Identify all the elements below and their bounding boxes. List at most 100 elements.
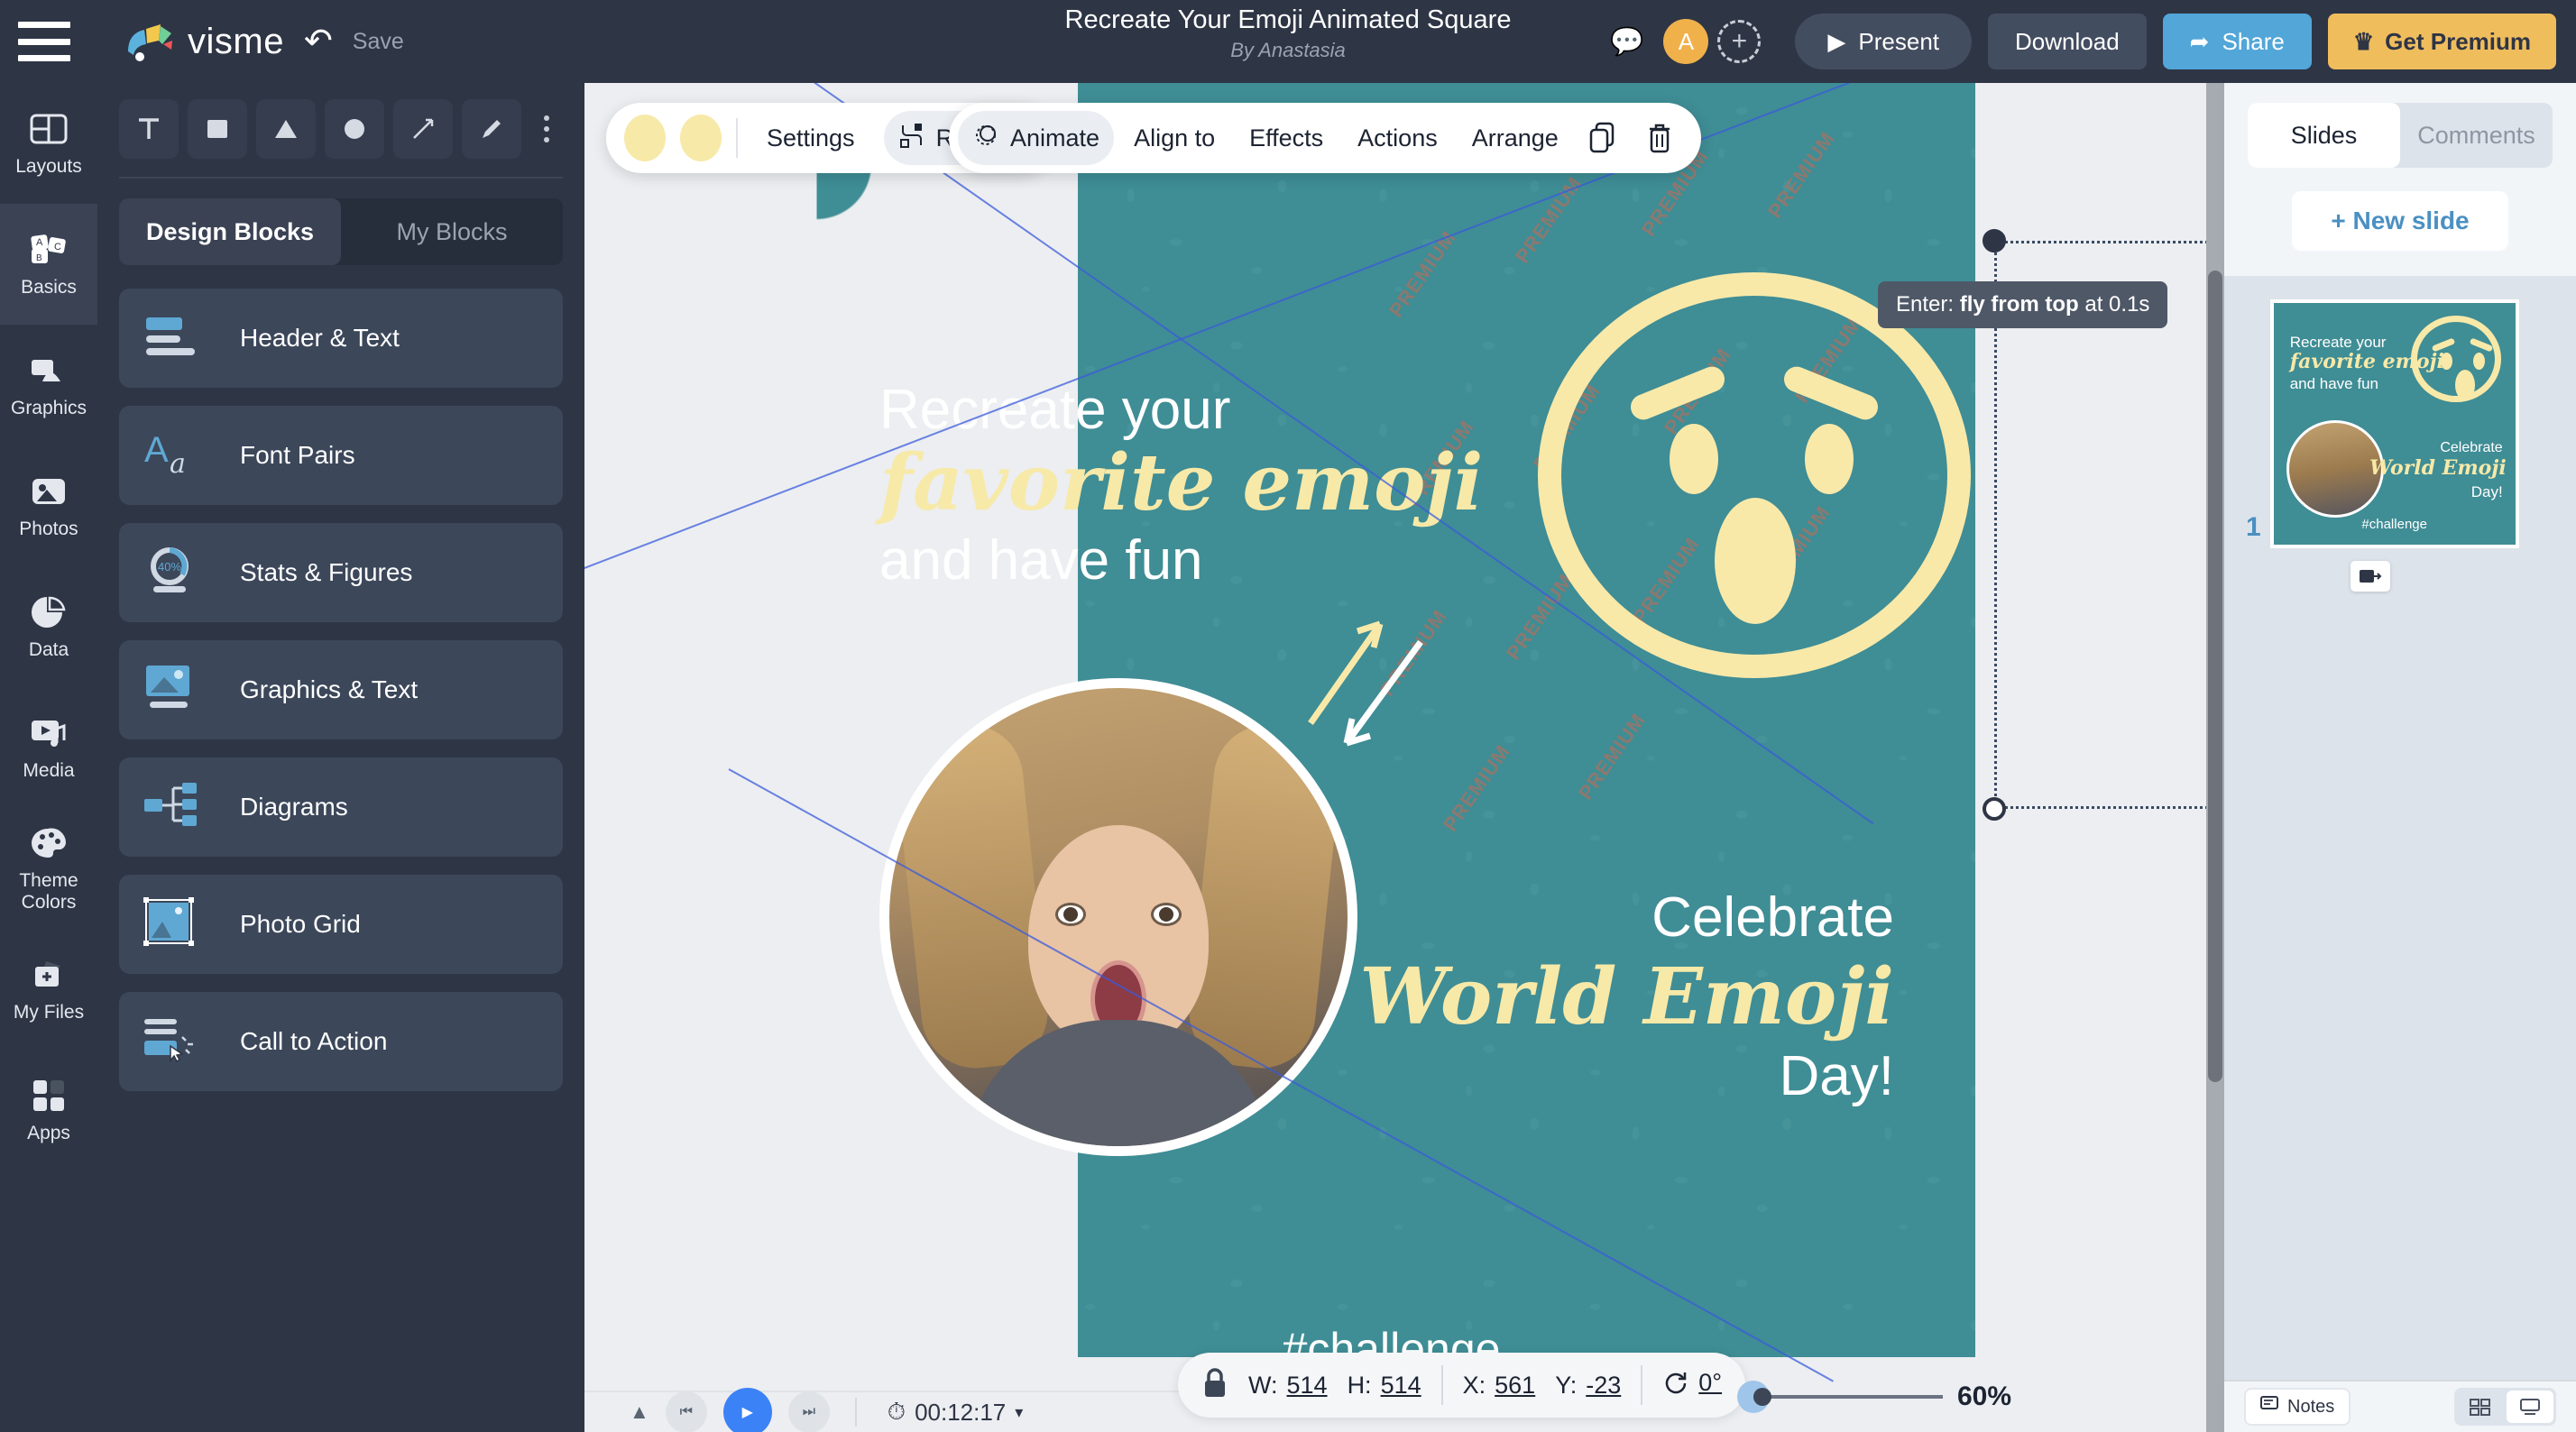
color-swatch-secondary[interactable] — [680, 115, 722, 161]
settings-button[interactable]: Settings — [752, 111, 869, 165]
width-value[interactable]: 514 — [1287, 1372, 1328, 1400]
svg-text:B: B — [36, 253, 42, 263]
single-view-icon[interactable] — [2507, 1391, 2553, 1423]
left-rail: Layouts A B C Basics Graphics Photos Dat… — [0, 83, 97, 1432]
y-position-field[interactable]: Y: -23 — [1555, 1372, 1621, 1400]
align-to-button[interactable]: Align to — [1119, 111, 1229, 165]
timestamp-display[interactable]: ⏱ 00:12:17 ▾ — [888, 1398, 1024, 1427]
download-button[interactable]: Download — [1988, 14, 2147, 69]
get-premium-button[interactable]: ♛ Get Premium — [2327, 14, 2556, 69]
undo-icon[interactable]: ↶ — [304, 24, 333, 59]
block-stats-figures[interactable]: 40% Stats & Figures — [119, 523, 563, 622]
visme-logo[interactable]: visme — [124, 21, 284, 62]
trash-icon[interactable] — [1634, 113, 1685, 163]
animate-label: Animate — [1010, 124, 1100, 151]
collapse-caret-icon[interactable]: ▲ — [630, 1400, 649, 1424]
text-tool-button[interactable] — [119, 99, 179, 159]
celebrate-text-block[interactable]: Celebrate World Emoji Day! — [1359, 886, 1894, 1108]
zoom-slider-handle[interactable] — [1753, 1388, 1771, 1406]
block-diagrams[interactable]: Diagrams — [119, 757, 563, 857]
sidebar-item-layouts[interactable]: Layouts — [0, 83, 97, 204]
skip-previous-icon[interactable]: ⏮ — [665, 1391, 707, 1432]
emoji-mouth — [1715, 498, 1796, 624]
crown-icon: ♛ — [2352, 27, 2375, 55]
skip-next-icon[interactable]: ⏭ — [787, 1391, 830, 1432]
height-field[interactable]: H: 514 — [1348, 1372, 1421, 1400]
add-user-icon[interactable]: + — [1717, 20, 1762, 63]
zoom-control: 60% — [1737, 1381, 2011, 1413]
sidebar-item-media[interactable]: Media — [0, 687, 97, 808]
canvas-stage[interactable]: Recreate your favorite emoji and have fu… — [584, 83, 2224, 1432]
more-tools-button[interactable] — [530, 102, 563, 156]
thumb-emoji-icon — [2410, 316, 2501, 402]
rectangle-tool-button[interactable] — [188, 99, 247, 159]
rotation-value[interactable]: 0° — [1698, 1369, 1722, 1402]
thumb-brow-right — [2469, 337, 2494, 353]
pen-tool-button[interactable] — [462, 99, 521, 159]
context-toolbar: Animate Align to Effects Actions Arrange — [949, 103, 1701, 173]
zoom-level-label[interactable]: 60% — [1957, 1382, 2011, 1412]
notes-button[interactable]: Notes — [2244, 1388, 2351, 1426]
slide-thumbnail[interactable]: Recreate your favorite emoji and have fu… — [2269, 299, 2519, 548]
block-graphics-text[interactable]: Graphics & Text — [119, 640, 563, 739]
sidebar-item-label: Apps — [27, 1122, 70, 1143]
grid-view-icon[interactable] — [2457, 1391, 2504, 1423]
present-button[interactable]: ▶ Present — [1795, 14, 1973, 69]
hamburger-menu-icon[interactable] — [18, 22, 70, 61]
my-files-icon — [28, 955, 69, 995]
double-arrow-graphic[interactable] — [1294, 588, 1439, 750]
selection-handle-top-left[interactable] — [1983, 229, 2006, 252]
save-button[interactable]: Save — [353, 29, 404, 55]
selection-handle-bottom-left[interactable] — [1983, 797, 2006, 821]
tab-comments[interactable]: Comments — [2400, 103, 2553, 168]
chevron-down-icon[interactable]: ▾ — [1015, 1403, 1023, 1422]
comment-icon[interactable]: 💬 — [1610, 26, 1643, 58]
block-header-text[interactable]: Header & Text — [119, 289, 563, 388]
visme-editor: visme ↶ Save Recreate Your Emoji Animate… — [0, 0, 2576, 1432]
lock-icon[interactable] — [1201, 1367, 1228, 1403]
share-button[interactable]: ➦ Share — [2162, 14, 2312, 69]
sidebar-item-my-files[interactable]: My Files — [0, 929, 97, 1050]
line-tool-button[interactable] — [393, 99, 453, 159]
block-call-to-action[interactable]: Call to Action — [119, 992, 563, 1091]
duplicate-icon[interactable] — [1578, 113, 1629, 163]
animate-button[interactable]: Animate — [958, 111, 1115, 165]
transition-icon[interactable] — [2351, 561, 2390, 592]
portrait-photo[interactable] — [879, 678, 1357, 1156]
sidebar-item-apps[interactable]: Apps — [0, 1050, 97, 1170]
tab-slides[interactable]: Slides — [2248, 103, 2400, 168]
new-slide-button[interactable]: + New slide — [2292, 191, 2508, 251]
tab-design-blocks[interactable]: Design Blocks — [119, 198, 341, 265]
block-label: Diagrams — [240, 793, 348, 821]
y-value[interactable]: -23 — [1586, 1372, 1621, 1400]
height-value[interactable]: 514 — [1381, 1372, 1421, 1400]
canvas-scrollbar-thumb[interactable] — [2208, 271, 2222, 1082]
sidebar-item-data[interactable]: Data — [0, 566, 97, 687]
zoom-slider[interactable] — [1737, 1381, 1943, 1413]
sidebar-item-theme-colors[interactable]: Theme Colors — [0, 808, 97, 929]
sidebar-item-basics[interactable]: A B C Basics — [0, 204, 97, 325]
emoji-graphic[interactable] — [1538, 272, 1971, 678]
width-field[interactable]: W: 514 — [1248, 1372, 1328, 1400]
color-swatch-primary[interactable] — [624, 115, 666, 161]
slide-canvas[interactable]: Recreate your favorite emoji and have fu… — [807, 83, 1975, 1357]
header-actions: 💬 A + ▶ Present Download ➦ Share ♛ Get P… — [1610, 0, 2556, 83]
x-value[interactable]: 561 — [1495, 1372, 1535, 1400]
play-icon[interactable]: ▶ — [722, 1388, 772, 1432]
block-photo-grid[interactable]: Photo Grid — [119, 875, 563, 974]
effects-button[interactable]: Effects — [1235, 111, 1338, 165]
tab-my-blocks[interactable]: My Blocks — [341, 198, 563, 265]
rotation-field[interactable]: 0° — [1662, 1369, 1722, 1402]
width-label: W: — [1248, 1371, 1278, 1399]
sidebar-item-photos[interactable]: Photos — [0, 445, 97, 566]
triangle-tool-button[interactable] — [256, 99, 316, 159]
arrange-button[interactable]: Arrange — [1458, 111, 1573, 165]
avatar[interactable]: A — [1663, 19, 1709, 64]
actions-button[interactable]: Actions — [1343, 111, 1452, 165]
circle-tool-button[interactable] — [325, 99, 384, 159]
sidebar-item-label: Data — [28, 638, 69, 660]
x-position-field[interactable]: X: 561 — [1463, 1372, 1536, 1400]
block-font-pairs[interactable]: Aa Font Pairs — [119, 406, 563, 505]
sidebar-item-graphics[interactable]: Graphics — [0, 325, 97, 445]
sidebar-item-label: Photos — [19, 518, 78, 539]
